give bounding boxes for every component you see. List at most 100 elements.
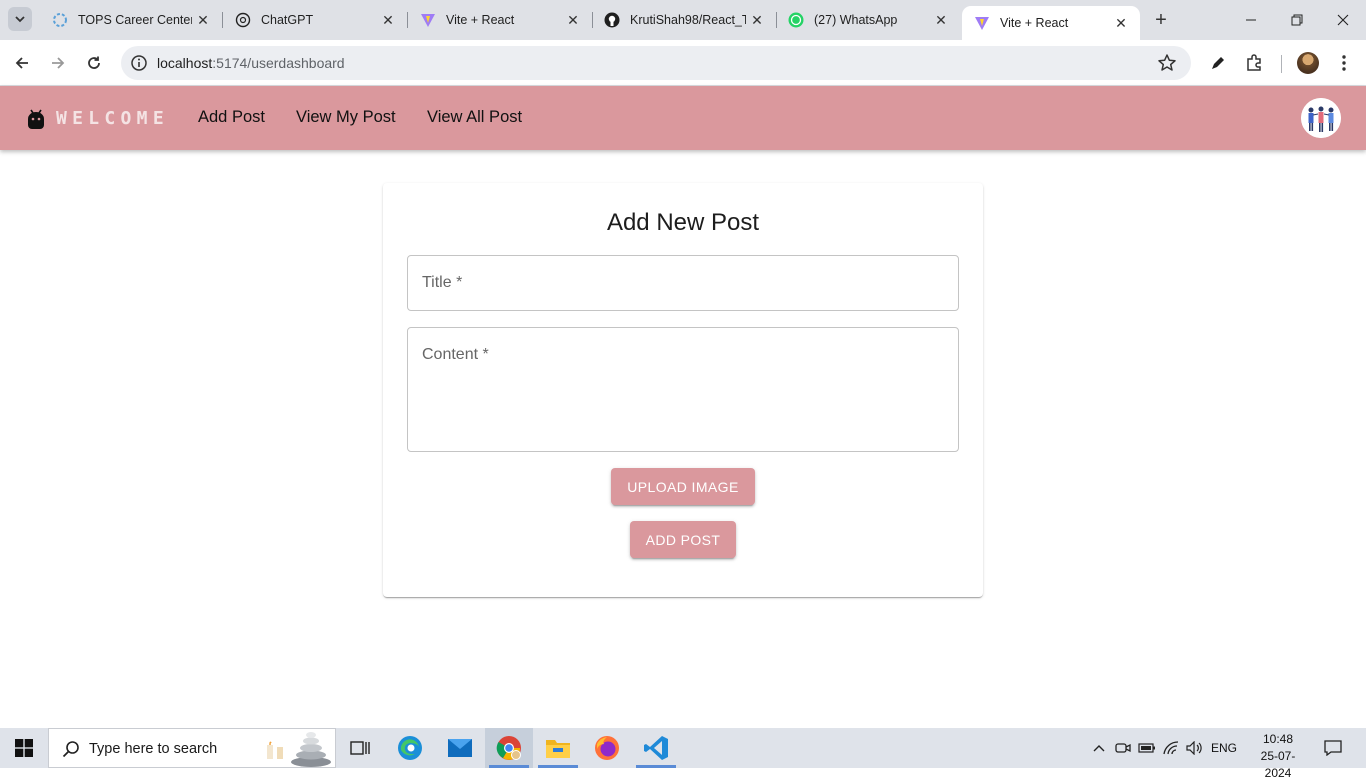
chrome-icon (496, 736, 521, 760)
tab-title: Vite + React (446, 13, 515, 27)
pen-icon[interactable] (1207, 52, 1229, 74)
folder-icon (546, 740, 570, 758)
clock-date: 25-07-2024 (1260, 749, 1296, 780)
arrow-left-icon (15, 57, 28, 69)
site-info-icon[interactable] (129, 53, 149, 73)
close-icon[interactable]: ✕ (1110, 12, 1132, 34)
minimize-icon (1246, 19, 1256, 21)
battery-icon (1138, 743, 1155, 753)
close-icon[interactable]: ✕ (930, 9, 952, 31)
camera-icon (1115, 743, 1131, 753)
tray-battery[interactable] (1137, 728, 1157, 768)
speaker-icon (1186, 741, 1202, 755)
github-icon (604, 12, 620, 28)
nav-view-all-post[interactable]: View All Post (427, 108, 522, 127)
vite-icon (974, 15, 990, 31)
tab-title: KrutiShah98/React_Tr (630, 13, 746, 27)
tab-vite-react[interactable]: Vite + React ✕ (408, 0, 593, 40)
browser-toolbar: localhost:5174/userdashboard (0, 40, 1366, 86)
app-navbar: WELCOME Add Post View My Post View All P… (0, 86, 1366, 150)
wifi-icon (1163, 741, 1179, 755)
tray-meet-now[interactable] (1113, 728, 1133, 768)
taskbar-vscode[interactable] (632, 728, 680, 768)
title-input-placeholder: Title * (422, 274, 463, 291)
url-path: :5174/userdashboard (212, 55, 345, 71)
tray-language[interactable]: ENG (1208, 728, 1240, 768)
taskbar-firefox[interactable] (583, 728, 631, 768)
profile-avatar[interactable] (1297, 52, 1319, 74)
nav-add-post[interactable]: Add Post (198, 108, 265, 127)
extensions-icon[interactable] (1243, 52, 1265, 74)
url-text[interactable]: localhost:5174/userdashboard (157, 55, 345, 71)
content-textarea[interactable]: Content * (407, 327, 959, 452)
reload-icon (88, 56, 100, 69)
chevron-down-icon (15, 16, 25, 23)
tab-title: (27) WhatsApp (814, 13, 898, 27)
taskbar-search[interactable]: Type here to search (48, 728, 336, 768)
brand-title[interactable]: WELCOME (56, 108, 169, 129)
taskbar-mail[interactable] (436, 728, 484, 768)
whatsapp-icon (788, 12, 804, 28)
form-heading: Add New Post (606, 209, 760, 236)
firefox-icon (595, 736, 619, 760)
clock-time: 10:48 (1262, 732, 1294, 746)
back-button[interactable] (8, 49, 36, 77)
tab-github[interactable]: KrutiShah98/React_Tr ✕ (592, 0, 777, 40)
tab-vite-react-active[interactable]: Vite + React ✕ (962, 6, 1140, 40)
tab-title: TOPS Career Center - (78, 13, 192, 27)
minimize-button[interactable] (1228, 0, 1274, 40)
arrow-right-icon (52, 57, 65, 69)
restore-icon (1291, 14, 1303, 26)
taskbar-chrome[interactable] (485, 728, 533, 768)
android-logo-icon (28, 109, 44, 129)
close-icon (1337, 14, 1349, 26)
tray-clock[interactable]: 10:48 25-07-2024 (1256, 731, 1300, 782)
tab-chatgpt[interactable]: ChatGPT ✕ (223, 0, 408, 40)
start-button[interactable] (0, 728, 48, 768)
notification-icon (1324, 740, 1342, 756)
taskbar-search-placeholder: Type here to search (89, 741, 218, 757)
tray-wifi[interactable] (1161, 728, 1181, 768)
browser-tab-strip: TOPS Career Center - ✕ ChatGPT ✕ Vite + … (0, 0, 1366, 40)
taskbar-file-explorer[interactable] (534, 728, 582, 768)
close-icon[interactable]: ✕ (377, 9, 399, 31)
upload-image-button[interactable]: UPLOAD IMAGE (611, 468, 755, 505)
close-icon[interactable]: ✕ (746, 9, 768, 31)
vscode-icon (644, 736, 668, 760)
chevron-up-icon (1093, 745, 1105, 752)
content-textarea-placeholder: Content * (422, 346, 489, 363)
title-input[interactable]: Title * (407, 255, 959, 311)
windows-taskbar: Type here to search ENG 10:48 25-07-2024 (0, 728, 1366, 780)
taskbar-edge[interactable] (386, 728, 434, 768)
nav-view-my-post[interactable]: View My Post (296, 108, 396, 127)
reload-button[interactable] (80, 49, 108, 77)
address-bar[interactable]: localhost:5174/userdashboard (121, 46, 1191, 80)
new-tab-button[interactable]: + (1150, 9, 1172, 31)
tray-volume[interactable] (1185, 728, 1205, 768)
close-window-button[interactable] (1320, 0, 1366, 40)
close-icon[interactable]: ✕ (192, 9, 214, 31)
edge-icon (398, 736, 422, 760)
tab-search-button[interactable] (8, 7, 32, 31)
vite-icon (420, 12, 436, 28)
user-avatar[interactable] (1301, 98, 1341, 138)
forward-button[interactable] (44, 49, 72, 77)
add-post-card: Add New Post Title * Content * UPLOAD IM… (383, 183, 983, 597)
tray-overflow-button[interactable] (1089, 728, 1109, 768)
search-highlight-stones-icon (267, 732, 331, 767)
close-icon[interactable]: ✕ (562, 9, 584, 31)
restore-button[interactable] (1274, 0, 1320, 40)
add-post-button[interactable]: ADD POST (630, 521, 736, 558)
task-view-button[interactable] (336, 728, 384, 768)
notifications-button[interactable] (1318, 728, 1348, 768)
tab-whatsapp[interactable]: (27) WhatsApp ✕ (776, 0, 960, 40)
mail-icon (448, 739, 472, 757)
task-view-icon (350, 741, 370, 755)
tab-tops-career[interactable]: TOPS Career Center - ✕ (40, 0, 223, 40)
chatgpt-icon (235, 12, 251, 28)
tab-title: ChatGPT (261, 13, 314, 27)
bookmark-star-icon[interactable] (1157, 53, 1177, 73)
windows-logo-icon (15, 739, 33, 757)
url-host: localhost (157, 55, 213, 71)
more-menu-icon[interactable] (1333, 52, 1355, 74)
